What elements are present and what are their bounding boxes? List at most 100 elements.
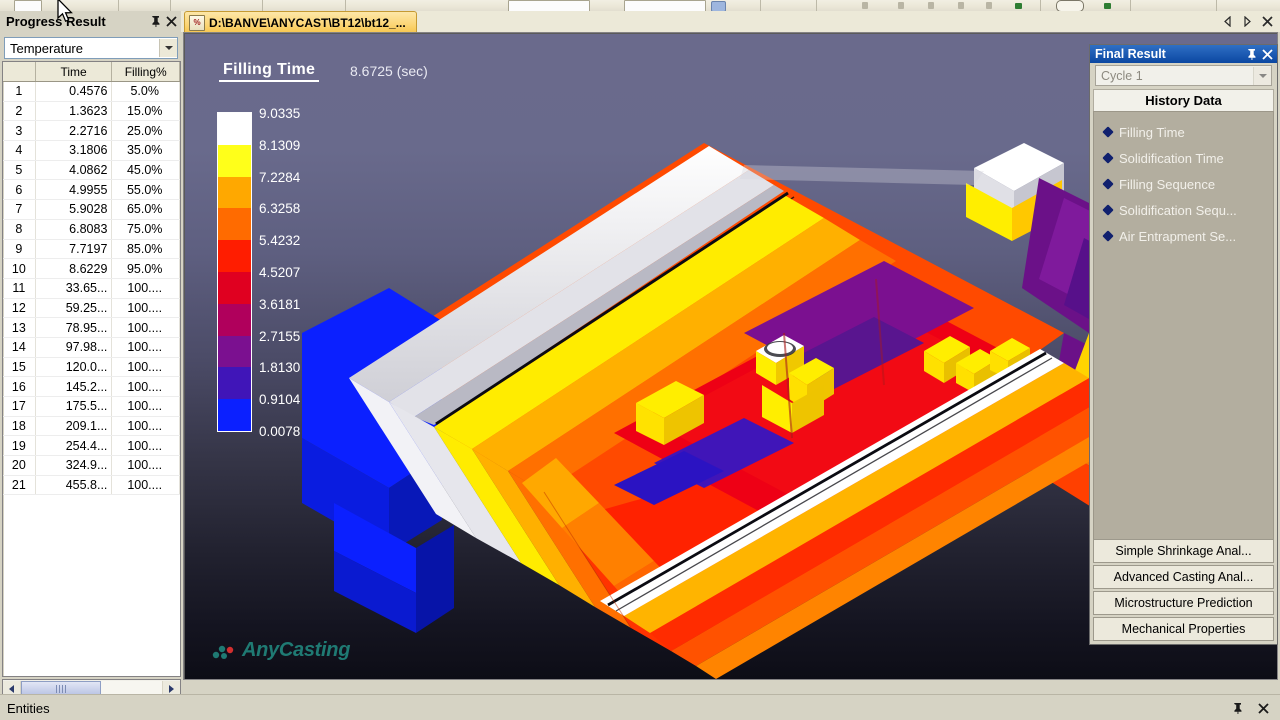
table-row[interactable]: 10 8.6229 95.0% [3,258,180,279]
mouse-cursor [57,0,73,23]
legend-band [218,240,251,272]
table-row[interactable]: 3 2.2716 25.0% [3,120,180,142]
document-tabstrip: % D:\BANVE\ANYCAST\BT12\bt12_... [181,11,1280,33]
cell-time: 324.9... [35,455,113,476]
table-row[interactable]: 19 254.4... 100.... [3,435,180,457]
chevron-down-icon[interactable] [1253,66,1271,85]
cell-time: 0.4576 [35,81,113,102]
table-row[interactable]: 2 1.3623 15.0% [3,101,180,122]
table-row[interactable]: 4 3.1806 35.0% [3,140,180,161]
table-row[interactable]: 8 6.8083 75.0% [3,219,180,240]
cell-filling: 100.... [111,278,180,299]
diamond-bullet-icon [1102,230,1114,242]
history-data-item-label: Filling Time [1119,124,1185,140]
cell-filling: 65.0% [111,199,180,220]
table-row[interactable]: 12 59.25... 100.... [3,298,180,319]
history-data-item[interactable]: Solidification Sequ... [1094,197,1273,223]
pin-icon[interactable] [147,13,163,29]
analysis-button[interactable]: Microstructure Prediction [1093,591,1274,615]
cell-index: 4 [3,140,36,161]
column-header-index[interactable] [3,62,36,82]
history-data-header[interactable]: History Data [1093,89,1274,112]
cell-time: 8.6229 [35,258,113,279]
legend-label: 2.7155 [259,328,301,344]
pin-icon[interactable] [1243,46,1259,62]
table-row[interactable]: 1 0.4576 5.0% [3,81,180,102]
cell-time: 254.4... [35,435,113,457]
analysis-button[interactable]: Mechanical Properties [1093,617,1274,641]
table-row[interactable]: 11 33.65... 100.... [3,278,180,299]
diamond-bullet-icon [1102,152,1114,164]
diamond-bullet-icon [1102,204,1114,216]
cell-index: 11 [3,278,36,299]
cell-filling: 100.... [111,337,180,358]
legend-label: 1.8130 [259,360,301,376]
table-row[interactable]: 5 4.0862 45.0% [3,160,180,181]
close-icon[interactable] [1262,15,1273,28]
history-data-item[interactable]: Filling Time [1094,119,1273,145]
cell-index: 5 [3,160,36,181]
document-tab-label: D:\BANVE\ANYCAST\BT12\bt12_... [209,15,406,30]
table-row[interactable]: 21 455.8... 100.... [3,475,180,496]
final-result-panel: Final Result Cycle 1 History Data Fillin… [1089,44,1278,645]
analysis-button[interactable]: Simple Shrinkage Anal... [1093,539,1274,563]
column-header-time[interactable]: Time [35,62,113,82]
cell-time: 145.2... [35,376,113,397]
tab-navigation [1222,13,1278,30]
legend-band [218,399,251,431]
result-type-select[interactable]: Temperature [4,37,178,59]
table-row[interactable]: 6 4.9955 55.0% [3,179,180,201]
table-row[interactable]: 20 324.9... 100.... [3,455,180,476]
legend-label: 7.2284 [259,169,301,185]
history-data-item-label: Solidification Sequ... [1119,202,1237,218]
cell-index: 15 [3,357,36,378]
table-row[interactable]: 15 120.0... 100.... [3,357,180,378]
history-data-item[interactable]: Filling Sequence [1094,171,1273,197]
table-header-row: Time Filling% [3,62,180,82]
cell-time: 209.1... [35,416,113,437]
progress-result-titlebar: Progress Result [0,11,181,31]
final-result-titlebar: Final Result [1090,45,1277,63]
legend-label: 0.9104 [259,392,301,408]
cell-index: 10 [3,258,36,279]
cell-index: 16 [3,376,36,397]
cell-filling: 100.... [111,416,180,437]
table-row[interactable]: 14 97.98... 100.... [3,337,180,358]
progress-table[interactable]: Time Filling% 1 0.4576 5.0% 2 1.3623 15.0% 3 2.… [2,61,181,677]
table-row[interactable]: 7 5.9028 65.0% [3,199,180,220]
cell-index: 9 [3,239,36,260]
cell-time: 6.8083 [35,219,113,240]
close-icon[interactable] [1255,700,1271,716]
pin-icon[interactable] [1229,700,1245,716]
cell-index: 13 [3,317,36,338]
logo-text: AnyCasting [242,639,351,661]
table-row[interactable]: 9 7.7197 85.0% [3,239,180,260]
history-data-item[interactable]: Solidification Time [1094,145,1273,171]
cell-time: 1.3623 [35,101,113,122]
cell-filling: 5.0% [111,81,180,102]
close-icon[interactable] [163,13,179,29]
history-data-item-label: Filling Sequence [1119,176,1216,192]
status-bar: Entities [0,694,1280,720]
triangle-left-icon[interactable] [1222,15,1233,28]
cell-filling: 100.... [111,396,180,417]
panel-title-label: Progress Result [6,13,106,29]
table-row[interactable]: 17 175.5... 100.... [3,396,180,417]
table-row[interactable]: 13 78.95... 100.... [3,317,180,338]
cell-time: 4.9955 [35,179,113,201]
cycle-select[interactable]: Cycle 1 [1095,65,1272,86]
analysis-button[interactable]: Advanced Casting Anal... [1093,565,1274,589]
table-row[interactable]: 16 145.2... 100.... [3,376,180,397]
close-icon[interactable] [1259,46,1275,62]
cell-filling: 75.0% [111,219,180,240]
chevron-down-icon[interactable] [159,39,177,57]
column-header-filling[interactable]: Filling% [111,62,180,82]
table-row[interactable]: 18 209.1... 100.... [3,416,180,437]
legend-label: 0.0078 [259,424,301,439]
triangle-right-icon[interactable] [1242,15,1253,28]
cell-filling: 35.0% [111,140,180,161]
document-tab[interactable]: % D:\BANVE\ANYCAST\BT12\bt12_... [184,11,417,33]
cell-time: 59.25... [35,298,113,319]
history-data-item[interactable]: Air Entrapment Se... [1094,223,1273,249]
cell-index: 21 [3,475,36,496]
